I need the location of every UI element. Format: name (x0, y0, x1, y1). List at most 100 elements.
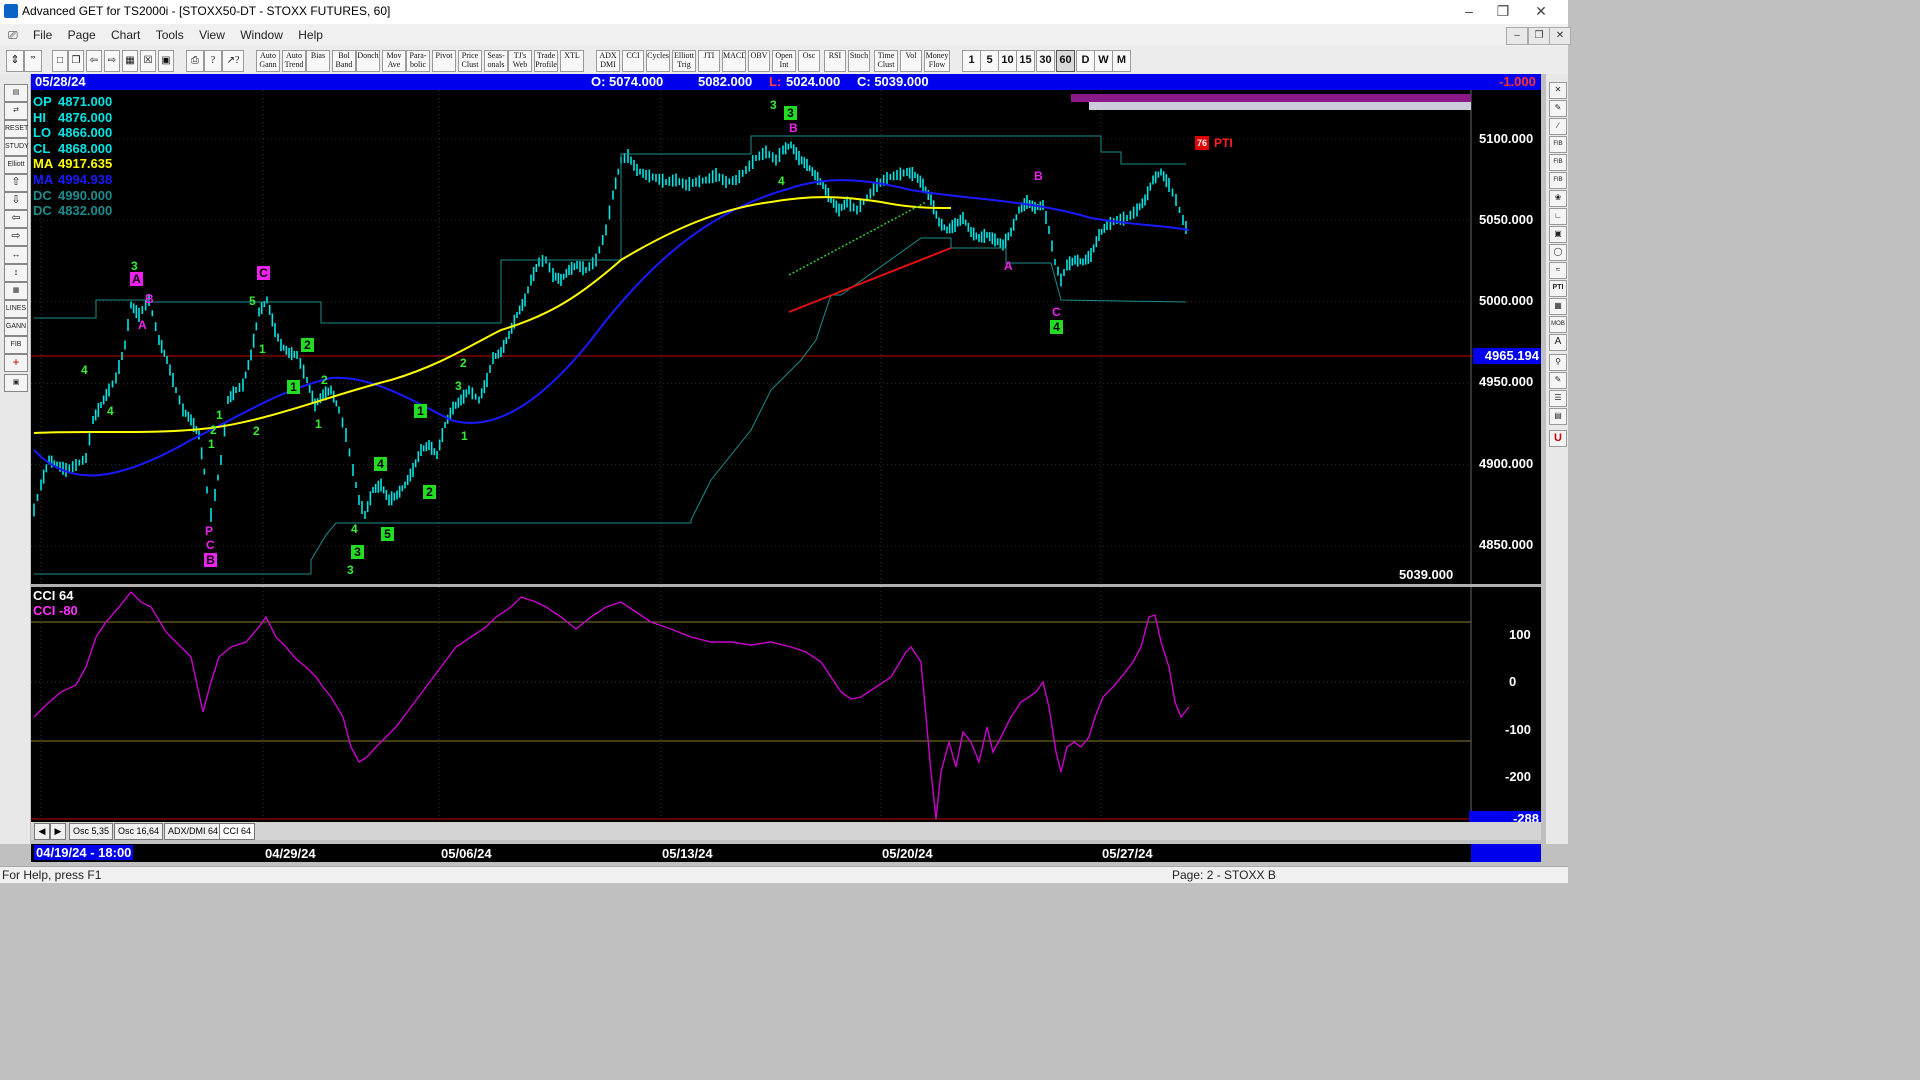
menu-window[interactable]: Window (234, 24, 289, 46)
context-help-icon[interactable]: ↗? (222, 50, 244, 72)
magnifier-icon[interactable]: ⚲ (1549, 354, 1567, 371)
tab-scroll-right[interactable]: ▶ (50, 823, 66, 840)
interval-m-button[interactable]: M (1112, 50, 1131, 72)
ellipse-icon[interactable]: ◯ (1549, 244, 1567, 261)
interval-5-button[interactable]: 5 (980, 50, 999, 72)
interval-30-button[interactable]: 30 (1036, 50, 1055, 72)
fib-time-icon[interactable]: FIB (1549, 172, 1567, 189)
tool-elliott-trig-button[interactable]: Elliott Trig (672, 50, 696, 72)
arrow-down-icon[interactable]: ⇩ (4, 192, 28, 210)
help-icon[interactable]: ? (204, 50, 222, 72)
list-icon[interactable]: ☰ (1549, 390, 1567, 407)
tab-adx-dmi[interactable]: ADX/DMI 64 (164, 823, 223, 840)
tool-money-flow-button[interactable]: Money Flow (924, 50, 950, 72)
arrow-right-icon[interactable]: ⇨ (4, 228, 28, 246)
tab-cci[interactable]: CCI 64 (219, 823, 256, 840)
interval-60-button[interactable]: 60 (1056, 50, 1075, 72)
grid-icon[interactable]: ▦ (122, 50, 138, 72)
tool-xtl-button[interactable]: XTL (560, 50, 584, 72)
fib-icon[interactable]: FIB (4, 336, 28, 354)
tool-pivot-button[interactable]: Pivot (432, 50, 456, 72)
delete-icon[interactable]: ☒ (140, 50, 156, 72)
mob-icon[interactable]: MOB (1549, 316, 1567, 333)
tool-auto-gann-button[interactable]: Auto Gann (256, 50, 280, 72)
tool-donch-button[interactable]: Donch (356, 50, 380, 72)
close-tool-icon[interactable]: ✕ (1549, 82, 1567, 99)
properties-icon[interactable]: ▤ (1549, 408, 1567, 425)
menu-view[interactable]: View (193, 24, 231, 46)
tab-scroll-left[interactable]: ◀ (34, 823, 50, 840)
save-icon[interactable]: ▣ (4, 374, 28, 392)
spiral-icon[interactable]: ❀ (1549, 190, 1567, 207)
expand-h-icon[interactable]: ↔ (4, 246, 28, 264)
screen-icon[interactable]: ▤ (4, 84, 28, 102)
doc-icon[interactable]: ⎚ (0, 24, 24, 47)
tool-trade-profile-button[interactable]: Trade Profile (534, 50, 558, 72)
tool-rsi-button[interactable]: RSI (824, 50, 846, 72)
menu-help[interactable]: Help (292, 24, 329, 46)
elliott-icon[interactable]: Elliott (4, 156, 28, 174)
channel-icon[interactable]: ≈ (1549, 262, 1567, 279)
minimize-button[interactable]: – (1452, 0, 1486, 24)
undo-icon[interactable]: U (1549, 430, 1567, 447)
window-icon[interactable]: ▣ (158, 50, 174, 72)
gann-icon[interactable]: GANN (4, 318, 28, 336)
maximize-button[interactable]: ❐ (1486, 0, 1520, 24)
expand-v-icon[interactable]: ↕ (4, 264, 28, 282)
tool-jti-button[interactable]: JTI (698, 50, 720, 72)
interval-10-button[interactable]: 10 (998, 50, 1017, 72)
tool-vol-button[interactable]: Vol (900, 50, 922, 72)
menu-page[interactable]: Page (62, 24, 102, 46)
fan-icon[interactable]: ∟ (1549, 208, 1567, 225)
fib-ext-icon[interactable]: FIB (1549, 154, 1567, 171)
tool-macd-button[interactable]: MACD (722, 50, 746, 72)
tool-time-clust-button[interactable]: Time Clust (874, 50, 898, 72)
menu-chart[interactable]: Chart (105, 24, 146, 46)
tool-cycles-button[interactable]: Cycles (646, 50, 670, 72)
interval-d-button[interactable]: D (1076, 50, 1095, 72)
tool-seas-onals-button[interactable]: Seas-onals (484, 50, 508, 72)
mdi-minimize-button[interactable]: – (1506, 27, 1528, 45)
tool-auto-trend-button[interactable]: Auto Trend (282, 50, 306, 72)
tool-tj-s-web-button[interactable]: TJ's Web (508, 50, 532, 72)
cursor-icon[interactable]: ⇕ (6, 50, 24, 72)
mdi-restore-button[interactable]: ❐ (1528, 27, 1550, 45)
interval-1-button[interactable]: 1 (962, 50, 981, 72)
tool-bol-band-button[interactable]: Bol Band (332, 50, 356, 72)
zoom-icon[interactable]: ⇄ (4, 102, 28, 120)
new-page-icon[interactable]: □ (52, 50, 68, 72)
interval-15-button[interactable]: 15 (1016, 50, 1035, 72)
arrow-up-icon[interactable]: ⇧ (4, 174, 28, 192)
line-tool-icon[interactable]: ∕ (1549, 118, 1567, 135)
page-back-icon[interactable]: ⇦ (86, 50, 102, 72)
tool-osc-button[interactable]: Osc (798, 50, 820, 72)
tab-osc-5-35[interactable]: Osc 5,35 (69, 823, 114, 840)
tool-adx-dmi-button[interactable]: ADX DMI (596, 50, 620, 72)
menu-tools[interactable]: Tools (150, 24, 190, 46)
tool-price-clust-button[interactable]: Price Clust (458, 50, 482, 72)
price-chart[interactable]: 4965.194 5039.000 76 PTI OP 4871.000 HI 487… (31, 90, 1541, 584)
page-forward-icon[interactable]: ⇨ (104, 50, 120, 72)
print-icon[interactable]: ⎙ (186, 50, 204, 72)
tool-mov-ave-button[interactable]: Mov Ave (382, 50, 406, 72)
pti-icon[interactable]: PTI (1549, 280, 1567, 297)
tab-osc-16-64[interactable]: Osc 16,64 (114, 823, 164, 840)
fib-ret-icon[interactable]: FIB (1549, 136, 1567, 153)
table-icon[interactable]: ▦ (1549, 298, 1567, 315)
grid-view-icon[interactable]: ▦ (4, 282, 28, 300)
lines-icon[interactable]: LINES (4, 300, 28, 318)
tool-para-bolic-button[interactable]: Para-bolic (406, 50, 430, 72)
crosshair-icon[interactable]: + (4, 354, 28, 372)
copy-icon[interactable]: ❐ (68, 50, 84, 72)
cci-pane[interactable]: CCI 64 CCI -80 100 0 -100 -200 -288 (31, 587, 1541, 826)
tool-open-int-button[interactable]: Open Int (772, 50, 796, 72)
tool-obv-button[interactable]: OBV (748, 50, 770, 72)
tool-bias-button[interactable]: Bias (306, 50, 330, 72)
reset-icon[interactable]: RESET (4, 120, 28, 138)
gann-box-icon[interactable]: ▣ (1549, 226, 1567, 243)
study-icon[interactable]: STUDY (4, 138, 29, 156)
menu-file[interactable]: File (27, 24, 58, 46)
interval-w-button[interactable]: W (1094, 50, 1113, 72)
tool-stoch-button[interactable]: Stoch (848, 50, 870, 72)
quote-icon[interactable]: ” (24, 50, 42, 72)
